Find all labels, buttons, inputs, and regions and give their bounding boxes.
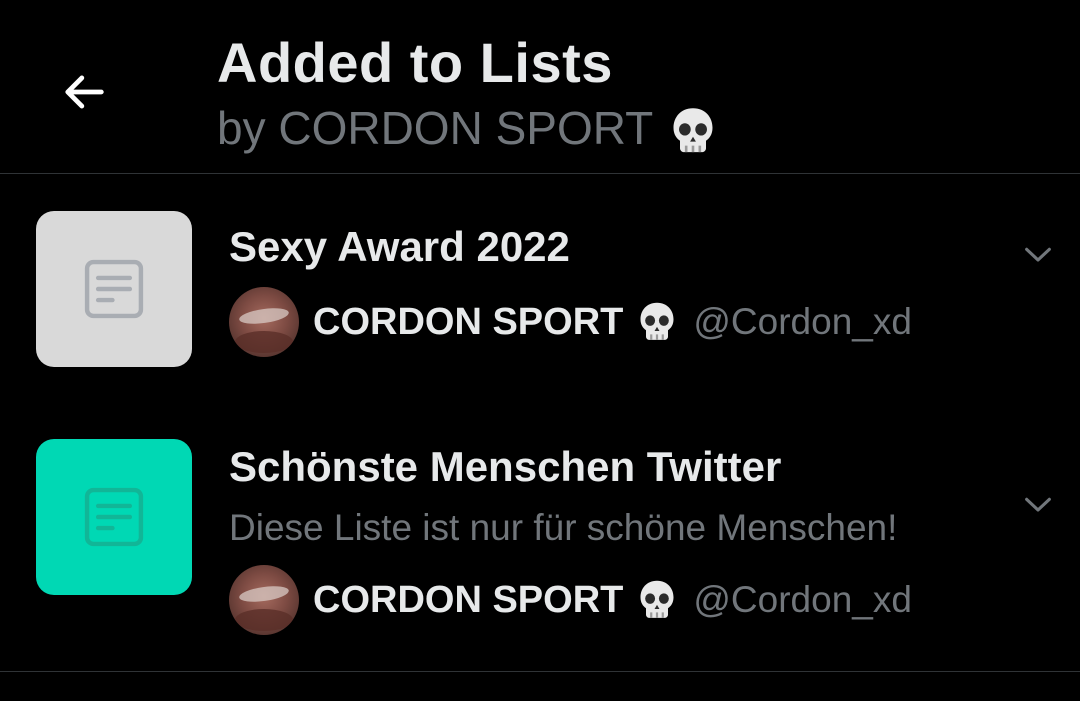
list-name: Sexy Award 2022 (229, 223, 570, 270)
list-menu-button[interactable] (1018, 485, 1058, 525)
page-header: Added to Lists by CORDON SPORT (0, 0, 1080, 174)
chevron-down-icon (1025, 247, 1051, 262)
skull-icon (667, 100, 719, 157)
list-thumbnail (36, 211, 192, 367)
chevron-down-icon (1025, 497, 1051, 512)
list-icon (84, 487, 144, 547)
back-button[interactable] (48, 56, 120, 128)
page-title: Added to Lists (217, 31, 613, 94)
arrow-left-icon (65, 75, 104, 109)
skull-icon (635, 578, 679, 622)
owner-handle: @Cordon_xd (693, 301, 912, 342)
list-owner: CORDON SPORT @Cordon_xd (229, 565, 912, 635)
list-icon (84, 259, 144, 319)
subtitle-text: by CORDON SPORT (217, 102, 654, 155)
list-owner: CORDON SPORT @Cordon_xd (229, 287, 912, 357)
list-item[interactable]: Schönste Menschen Twitter Diese Liste is… (0, 405, 1080, 672)
owner-name: CORDON SPORT (313, 578, 624, 621)
list-thumbnail (36, 439, 192, 595)
avatar (229, 565, 299, 635)
owner-handle: @Cordon_xd (693, 579, 912, 620)
owner-name: CORDON SPORT (313, 300, 624, 343)
list-description: Diese Liste ist nur für schöne Menschen! (229, 507, 898, 548)
skull-icon (635, 300, 679, 344)
list-menu-button[interactable] (1018, 235, 1058, 275)
list-item[interactable]: Sexy Award 2022 CORDON SPORT @Cordon_xd (0, 175, 1080, 405)
page-subtitle: by CORDON SPORT (217, 100, 719, 157)
list-name: Schönste Menschen Twitter (229, 443, 782, 490)
avatar (229, 287, 299, 357)
